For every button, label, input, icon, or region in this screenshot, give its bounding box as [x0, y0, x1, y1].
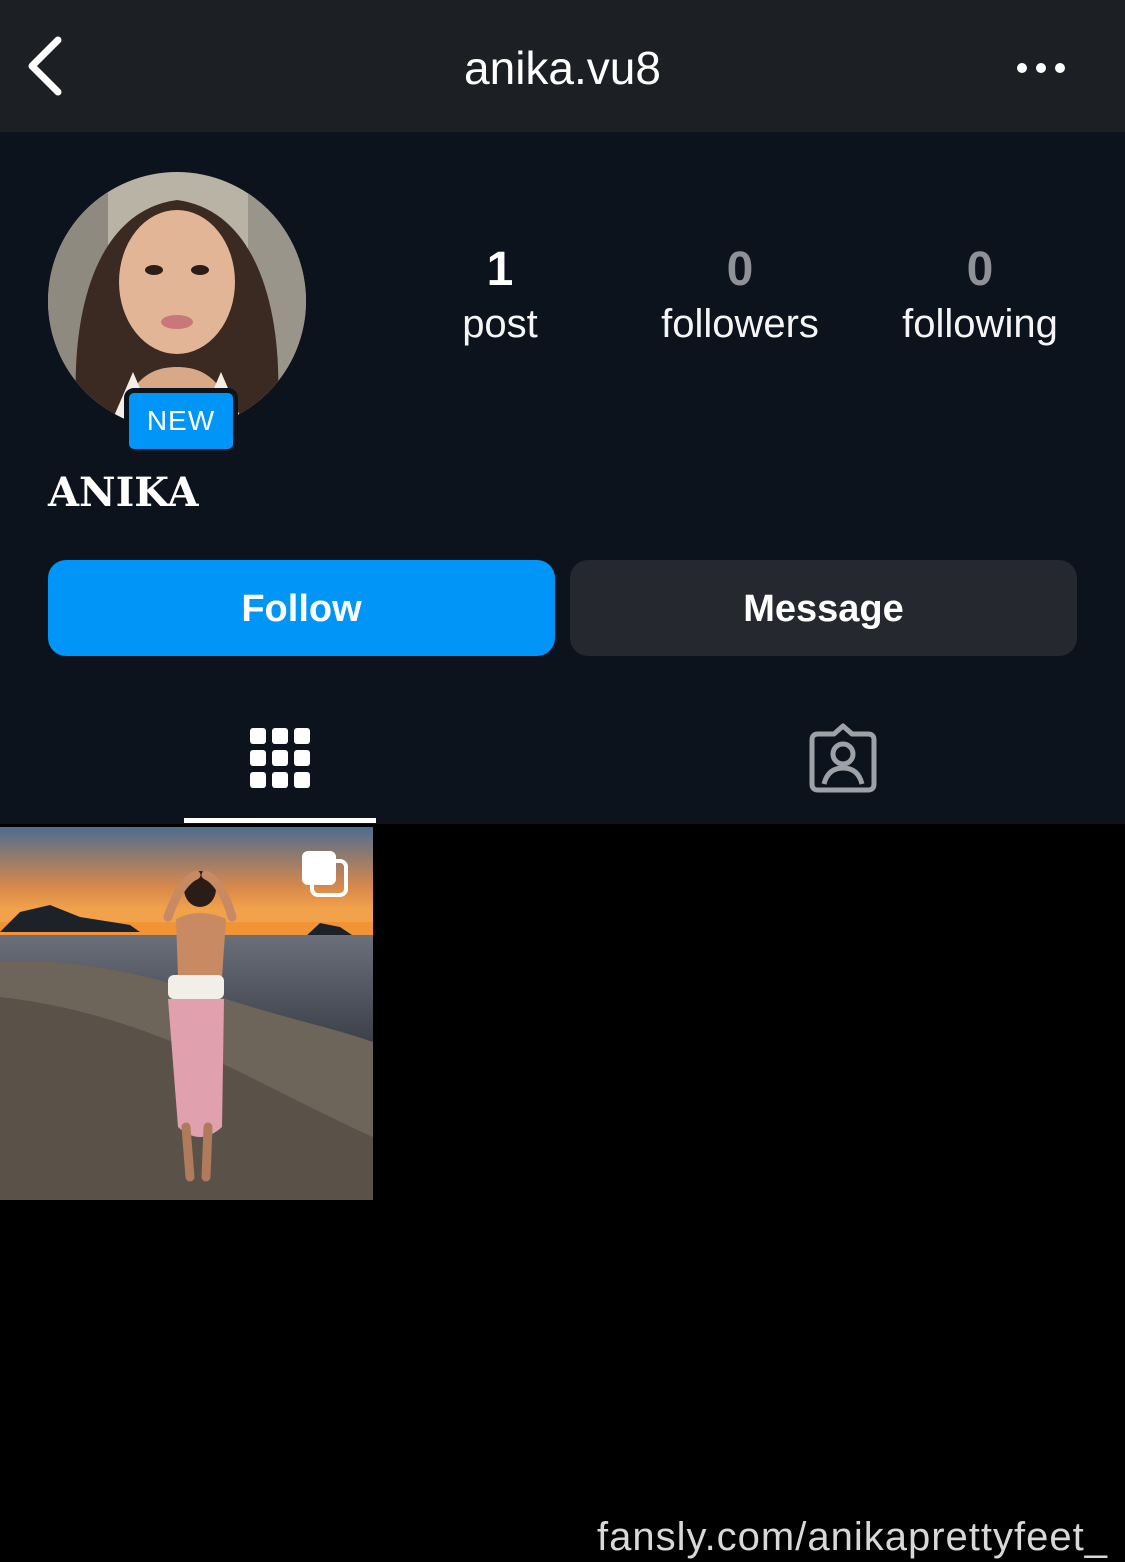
posts-label: post [462, 302, 538, 346]
grid-icon [250, 728, 310, 788]
tab-posts-grid[interactable] [184, 692, 376, 824]
tab-tagged[interactable] [760, 692, 926, 824]
top-nav-bar: anika.vu8 [0, 0, 1125, 132]
display-name: ANIKA [48, 469, 199, 516]
followers-label: followers [661, 302, 819, 346]
profile-username-title: anika.vu8 [464, 42, 661, 94]
active-tab-indicator [184, 818, 376, 823]
following-label: following [902, 302, 1058, 346]
watermark-text: fansly.com/anikaprettyfeet_ [597, 1515, 1108, 1559]
chevron-left-icon[interactable] [22, 34, 70, 98]
post-thumbnail[interactable] [0, 827, 373, 1200]
posts-count: 1 [486, 243, 514, 296]
following-count: 0 [966, 243, 994, 296]
message-button[interactable]: Message [570, 560, 1077, 656]
following-count-stat[interactable]: 0 following [880, 242, 1080, 350]
follow-button[interactable]: Follow [48, 560, 555, 656]
ellipsis-horizontal-icon[interactable] [1010, 52, 1072, 84]
tagged-person-icon [809, 723, 877, 793]
followers-count: 0 [726, 243, 754, 296]
posts-count-stat[interactable]: 1 post [400, 242, 600, 350]
new-badge: NEW [124, 388, 238, 454]
beach-sunset-photo [0, 827, 373, 1200]
profile-header: NEW 1 post 0 followers 0 following ANIKA… [0, 132, 1125, 824]
followers-count-stat[interactable]: 0 followers [640, 242, 840, 350]
